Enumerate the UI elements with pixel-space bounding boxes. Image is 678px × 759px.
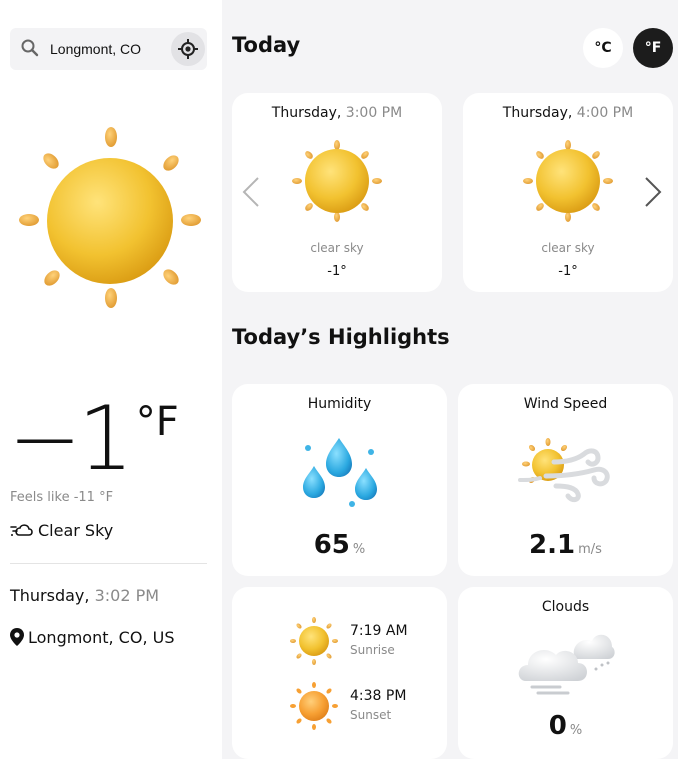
hourly-temperature: -1° bbox=[327, 264, 347, 279]
wind-speed-card: Wind Speed 2.1 m/s bbox=[458, 384, 673, 576]
sunrise-label: Sunrise bbox=[350, 643, 395, 657]
sun-icon bbox=[523, 140, 613, 222]
temperature-value: −1 bbox=[8, 387, 134, 490]
sunrise-sunset-card: 7:19 AM Sunrise 4:38 PM Sunset bbox=[232, 587, 447, 759]
chevron-right-icon[interactable] bbox=[642, 175, 664, 209]
humidity-number: 65 bbox=[313, 530, 350, 560]
water-drops-icon bbox=[303, 438, 377, 507]
wind-icon bbox=[10, 524, 33, 536]
sunset-label: Sunset bbox=[350, 708, 392, 722]
clouds-number: 0 bbox=[548, 711, 567, 741]
weather-condition: Clear Sky bbox=[10, 521, 113, 540]
celsius-toggle[interactable]: °C bbox=[583, 28, 623, 68]
current-location-button[interactable] bbox=[171, 32, 205, 66]
temperature-unit: °F bbox=[135, 399, 179, 445]
sunrise-icon bbox=[290, 617, 338, 665]
current-time: 3:02 PM bbox=[94, 586, 160, 605]
hourly-description: clear sky bbox=[541, 241, 595, 255]
wind-speed-number: 2.1 bbox=[529, 530, 576, 560]
humidity-card: Humidity 65% bbox=[232, 384, 447, 576]
humidity-value: 65% bbox=[232, 530, 447, 560]
sunrise-row: 7:19 AM Sunrise bbox=[290, 617, 430, 665]
current-day: Thursday, bbox=[10, 586, 90, 605]
sunset-row: 4:38 PM Sunset bbox=[290, 682, 430, 730]
sunrise-time: 7:19 AM bbox=[350, 623, 408, 639]
sun-icon bbox=[292, 140, 382, 222]
section-title-highlights: Today’s Highlights bbox=[232, 325, 450, 349]
sunset-time: 4:38 PM bbox=[350, 688, 407, 704]
location-pin-icon bbox=[10, 628, 24, 646]
current-datetime: Thursday, 3:02 PM bbox=[10, 586, 159, 605]
current-location: Longmont, CO, US bbox=[10, 628, 174, 647]
chevron-left-icon[interactable] bbox=[240, 175, 262, 209]
humidity-unit: % bbox=[352, 542, 366, 557]
locate-icon bbox=[178, 39, 198, 59]
hourly-card: Thursday, 3:00 PM clear sky -1° bbox=[232, 93, 442, 292]
fahrenheit-toggle[interactable]: °F bbox=[633, 28, 673, 68]
current-temperature: −1 °F bbox=[8, 394, 179, 484]
clouds-value: 0% bbox=[458, 711, 673, 741]
hourly-datetime: Thursday, 3:00 PM bbox=[232, 105, 442, 121]
condition-label: Clear Sky bbox=[38, 521, 114, 540]
hourly-time: 3:00 PM bbox=[345, 105, 403, 121]
feels-like: Feels like -11 °F bbox=[10, 490, 114, 505]
main-panel: Today °C °F Thursday, 3:00 PM clear sky … bbox=[222, 0, 678, 759]
location-label: Longmont, CO, US bbox=[28, 628, 175, 647]
section-title-today: Today bbox=[232, 33, 301, 57]
divider bbox=[10, 563, 207, 564]
hourly-day: Thursday, bbox=[271, 105, 342, 121]
hourly-temperature: -1° bbox=[558, 264, 578, 279]
hourly-description: clear sky bbox=[310, 241, 364, 255]
search-icon bbox=[21, 39, 39, 57]
clouds-unit: % bbox=[569, 723, 583, 738]
sun-icon bbox=[19, 127, 201, 308]
wind-speed-value: 2.1 m/s bbox=[458, 530, 673, 560]
sidebar: −1°F Feels like -11 °F Clear Sky Thursda… bbox=[0, 0, 222, 759]
hourly-time: 4:00 PM bbox=[576, 105, 634, 121]
wind-speed-label: Wind Speed bbox=[523, 396, 608, 412]
clouds-label: Clouds bbox=[541, 599, 590, 615]
hourly-day: Thursday, bbox=[502, 105, 573, 121]
sun-wind-icon bbox=[518, 438, 610, 503]
wind-speed-unit: m/s bbox=[578, 542, 602, 557]
hourly-datetime: Thursday, 4:00 PM bbox=[463, 105, 673, 121]
sunset-icon bbox=[290, 682, 338, 730]
search-input[interactable] bbox=[50, 37, 165, 61]
cloud-icon bbox=[518, 634, 615, 695]
search-bar bbox=[10, 28, 207, 70]
clouds-card: Clouds 0% bbox=[458, 587, 673, 759]
humidity-label: Humidity bbox=[307, 396, 372, 412]
